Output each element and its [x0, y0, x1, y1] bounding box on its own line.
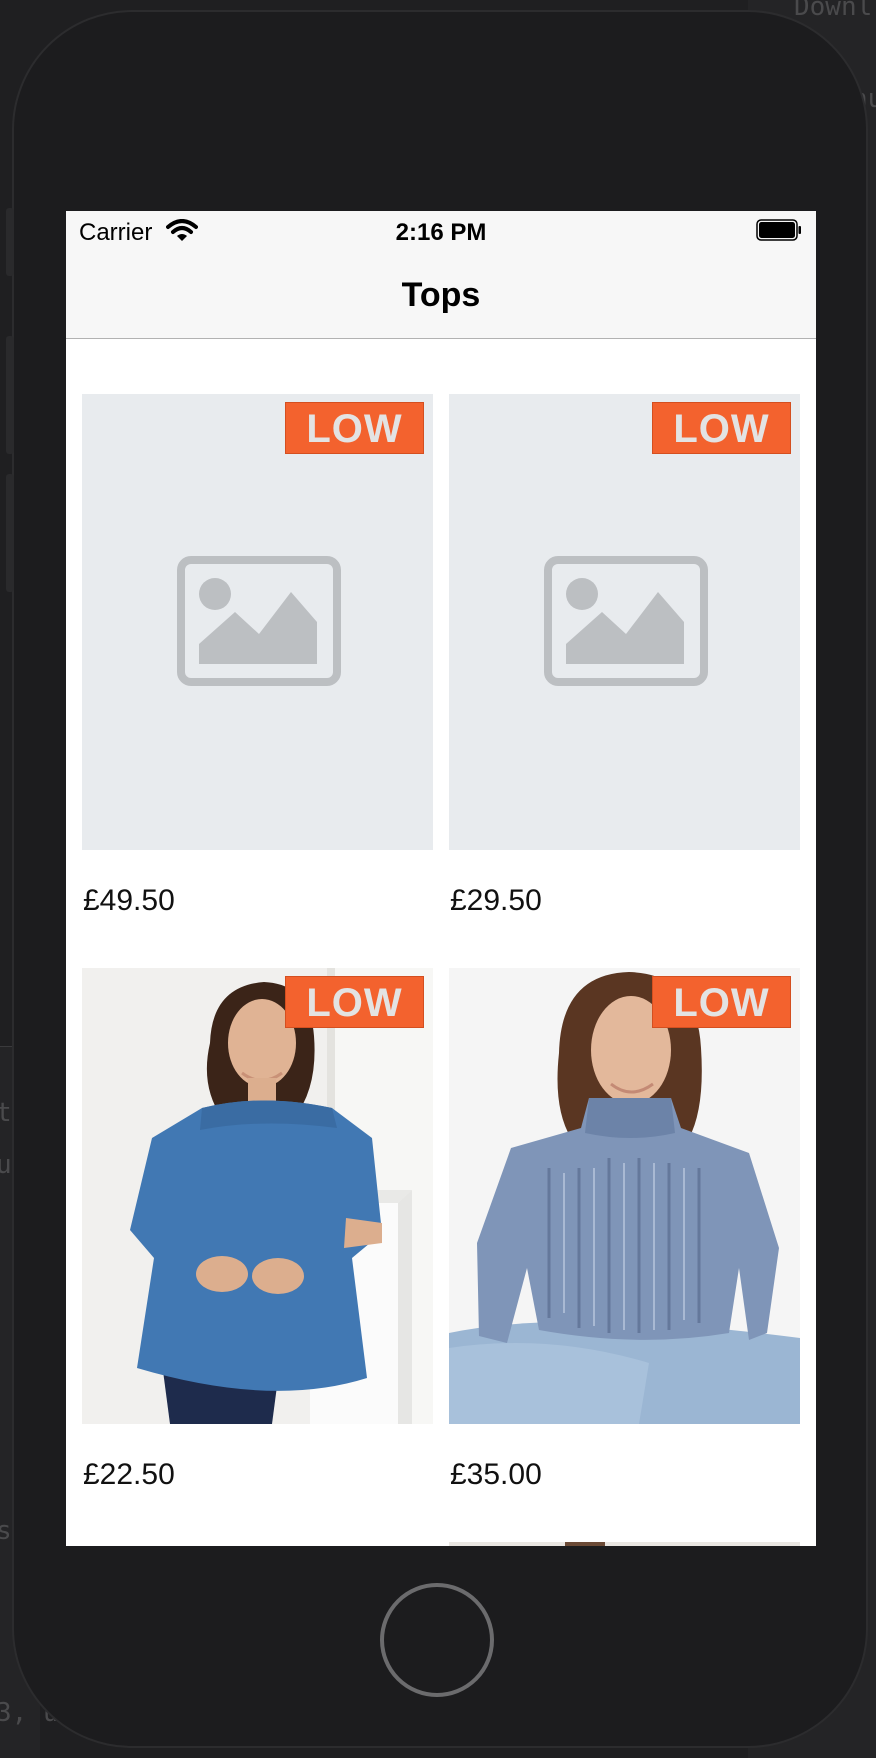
image-placeholder-icon [544, 556, 708, 686]
status-bar: Carrier 2:16 PM [66, 211, 816, 251]
product-image[interactable]: LOW [82, 968, 433, 1424]
volume-down-button [6, 474, 14, 592]
app-screen: Carrier 2:16 PM Tops LOW £49.50 LOW £29.… [66, 211, 816, 1546]
product-image[interactable]: LOW [449, 968, 800, 1424]
stock-low-badge: LOW [285, 976, 424, 1028]
mute-switch [6, 208, 14, 276]
product-image-partial [449, 1542, 800, 1546]
image-placeholder-icon [177, 556, 341, 686]
stock-low-badge: LOW [285, 402, 424, 454]
background-text: u [0, 1150, 12, 1180]
product-image[interactable]: LOW [82, 394, 433, 850]
page-title: Tops [401, 276, 481, 314]
product-price: £49.50 [83, 884, 175, 917]
status-time: 2:16 PM [395, 219, 487, 246]
product-price: £22.50 [83, 1458, 175, 1491]
stock-low-badge: LOW [652, 976, 791, 1028]
stock-low-badge: LOW [652, 402, 791, 454]
product-price: £35.00 [450, 1458, 542, 1491]
volume-up-button [6, 336, 14, 454]
model-blue-knit-sweater-photo [449, 968, 800, 1424]
product-image[interactable]: LOW [449, 394, 800, 850]
product-price: £29.50 [450, 884, 542, 917]
home-button[interactable] [380, 1583, 494, 1697]
model-blue-tunic-photo [82, 968, 433, 1424]
background-text: Downl [794, 0, 873, 22]
partial-photo-detail [565, 1542, 605, 1546]
navigation-bar: Tops [66, 251, 816, 339]
battery-icon [756, 219, 801, 241]
